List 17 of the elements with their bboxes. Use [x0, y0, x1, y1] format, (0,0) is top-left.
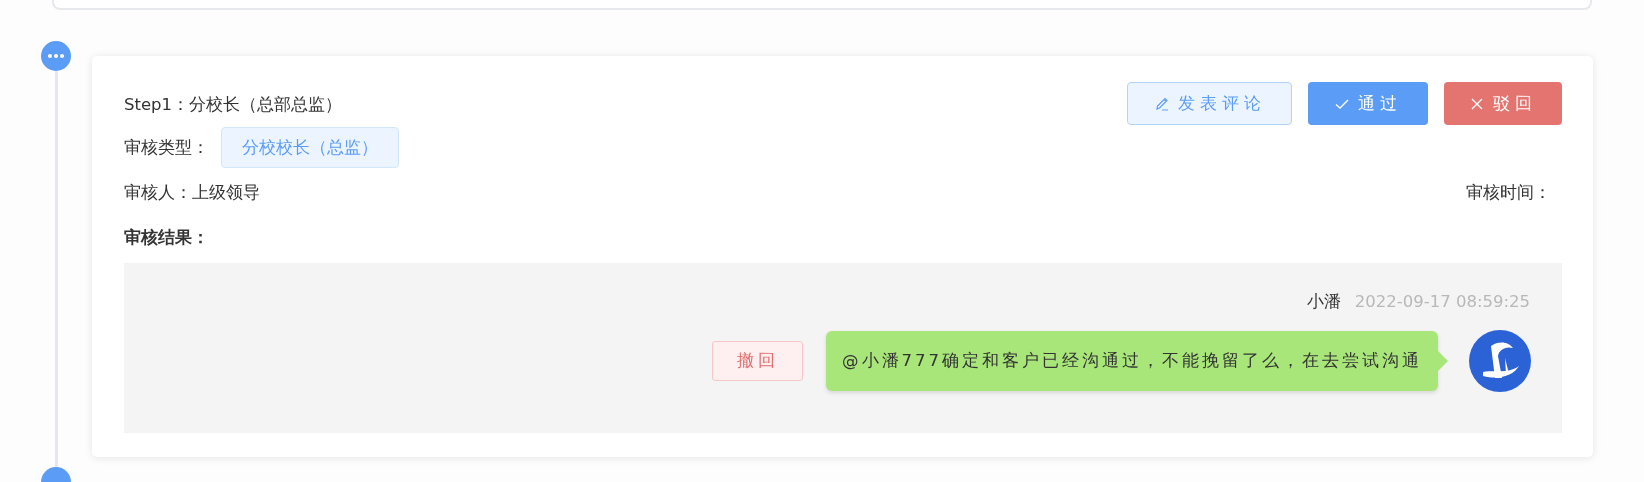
- avatar: [1469, 330, 1531, 392]
- bubble-tail: [1438, 351, 1448, 371]
- reviewer-text: 审核人：上级领导: [124, 182, 260, 204]
- review-type-label: 审核类型：: [124, 136, 209, 159]
- pencil-icon: [1153, 95, 1170, 112]
- reject-button[interactable]: 驳回: [1444, 82, 1562, 125]
- more-icon: [41, 41, 71, 71]
- review-type-tag: 分校校长（总监）: [221, 127, 399, 168]
- comment-time: 2022-09-17 08:59:25: [1354, 292, 1530, 312]
- step-title: Step1：分校长（总部总监）: [124, 94, 344, 116]
- recall-button[interactable]: 撤回: [712, 341, 803, 381]
- comment-button[interactable]: 发表评论: [1127, 82, 1292, 125]
- approve-button[interactable]: 通过: [1308, 82, 1428, 125]
- message-bubble: @小潘777确定和客户已经沟通过，不能挽留了么，在去尝试沟通: [826, 331, 1438, 391]
- review-result-label: 审核结果：: [124, 227, 210, 249]
- comment-author: 小潘: [1306, 292, 1341, 312]
- review-time-label: 审核时间：: [1466, 182, 1551, 204]
